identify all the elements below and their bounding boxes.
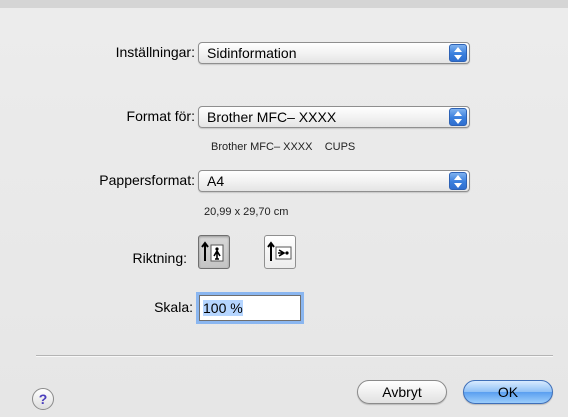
portrait-orientation-button[interactable] bbox=[198, 235, 230, 269]
format-for-popup[interactable]: Brother MFC– XXXX bbox=[198, 106, 470, 128]
settings-popup[interactable]: Sidinformation bbox=[198, 42, 470, 64]
format-for-label: Format för: bbox=[126, 108, 195, 124]
landscape-orientation-icon bbox=[267, 241, 292, 261]
page-setup-dialog: Inställningar: Sidinformation Format för… bbox=[0, 0, 568, 417]
ok-button-label: OK bbox=[497, 384, 519, 400]
up-down-arrows-icon bbox=[449, 172, 467, 190]
up-down-arrows-icon bbox=[449, 108, 467, 126]
ok-button[interactable]: OK bbox=[463, 380, 553, 404]
separator bbox=[36, 355, 553, 357]
printer-info: Brother MFC– XXXX CUPS bbox=[211, 141, 356, 153]
help-icon: ? bbox=[38, 391, 48, 407]
format-for-value: Brother MFC– XXXX bbox=[207, 109, 337, 125]
scale-input[interactable]: 100 % bbox=[199, 295, 301, 321]
help-button[interactable]: ? bbox=[32, 388, 54, 410]
portrait-orientation-icon bbox=[201, 241, 224, 262]
orientation-label: Riktning: bbox=[132, 250, 187, 266]
up-down-arrows-icon bbox=[449, 44, 467, 62]
settings-value: Sidinformation bbox=[207, 45, 297, 61]
scale-value: 100 % bbox=[203, 300, 243, 316]
settings-label: Inställningar: bbox=[115, 44, 195, 60]
paper-dimensions: 20,99 x 29,70 cm bbox=[204, 206, 289, 218]
scale-label: Skala: bbox=[154, 299, 193, 315]
landscape-orientation-button[interactable] bbox=[264, 235, 296, 269]
cancel-button[interactable]: Avbryt bbox=[357, 380, 447, 404]
paper-size-popup[interactable]: A4 bbox=[198, 170, 470, 192]
paper-size-value: A4 bbox=[207, 173, 225, 189]
cancel-button-label: Avbryt bbox=[382, 384, 422, 400]
paper-size-label: Pappersformat: bbox=[99, 172, 195, 188]
